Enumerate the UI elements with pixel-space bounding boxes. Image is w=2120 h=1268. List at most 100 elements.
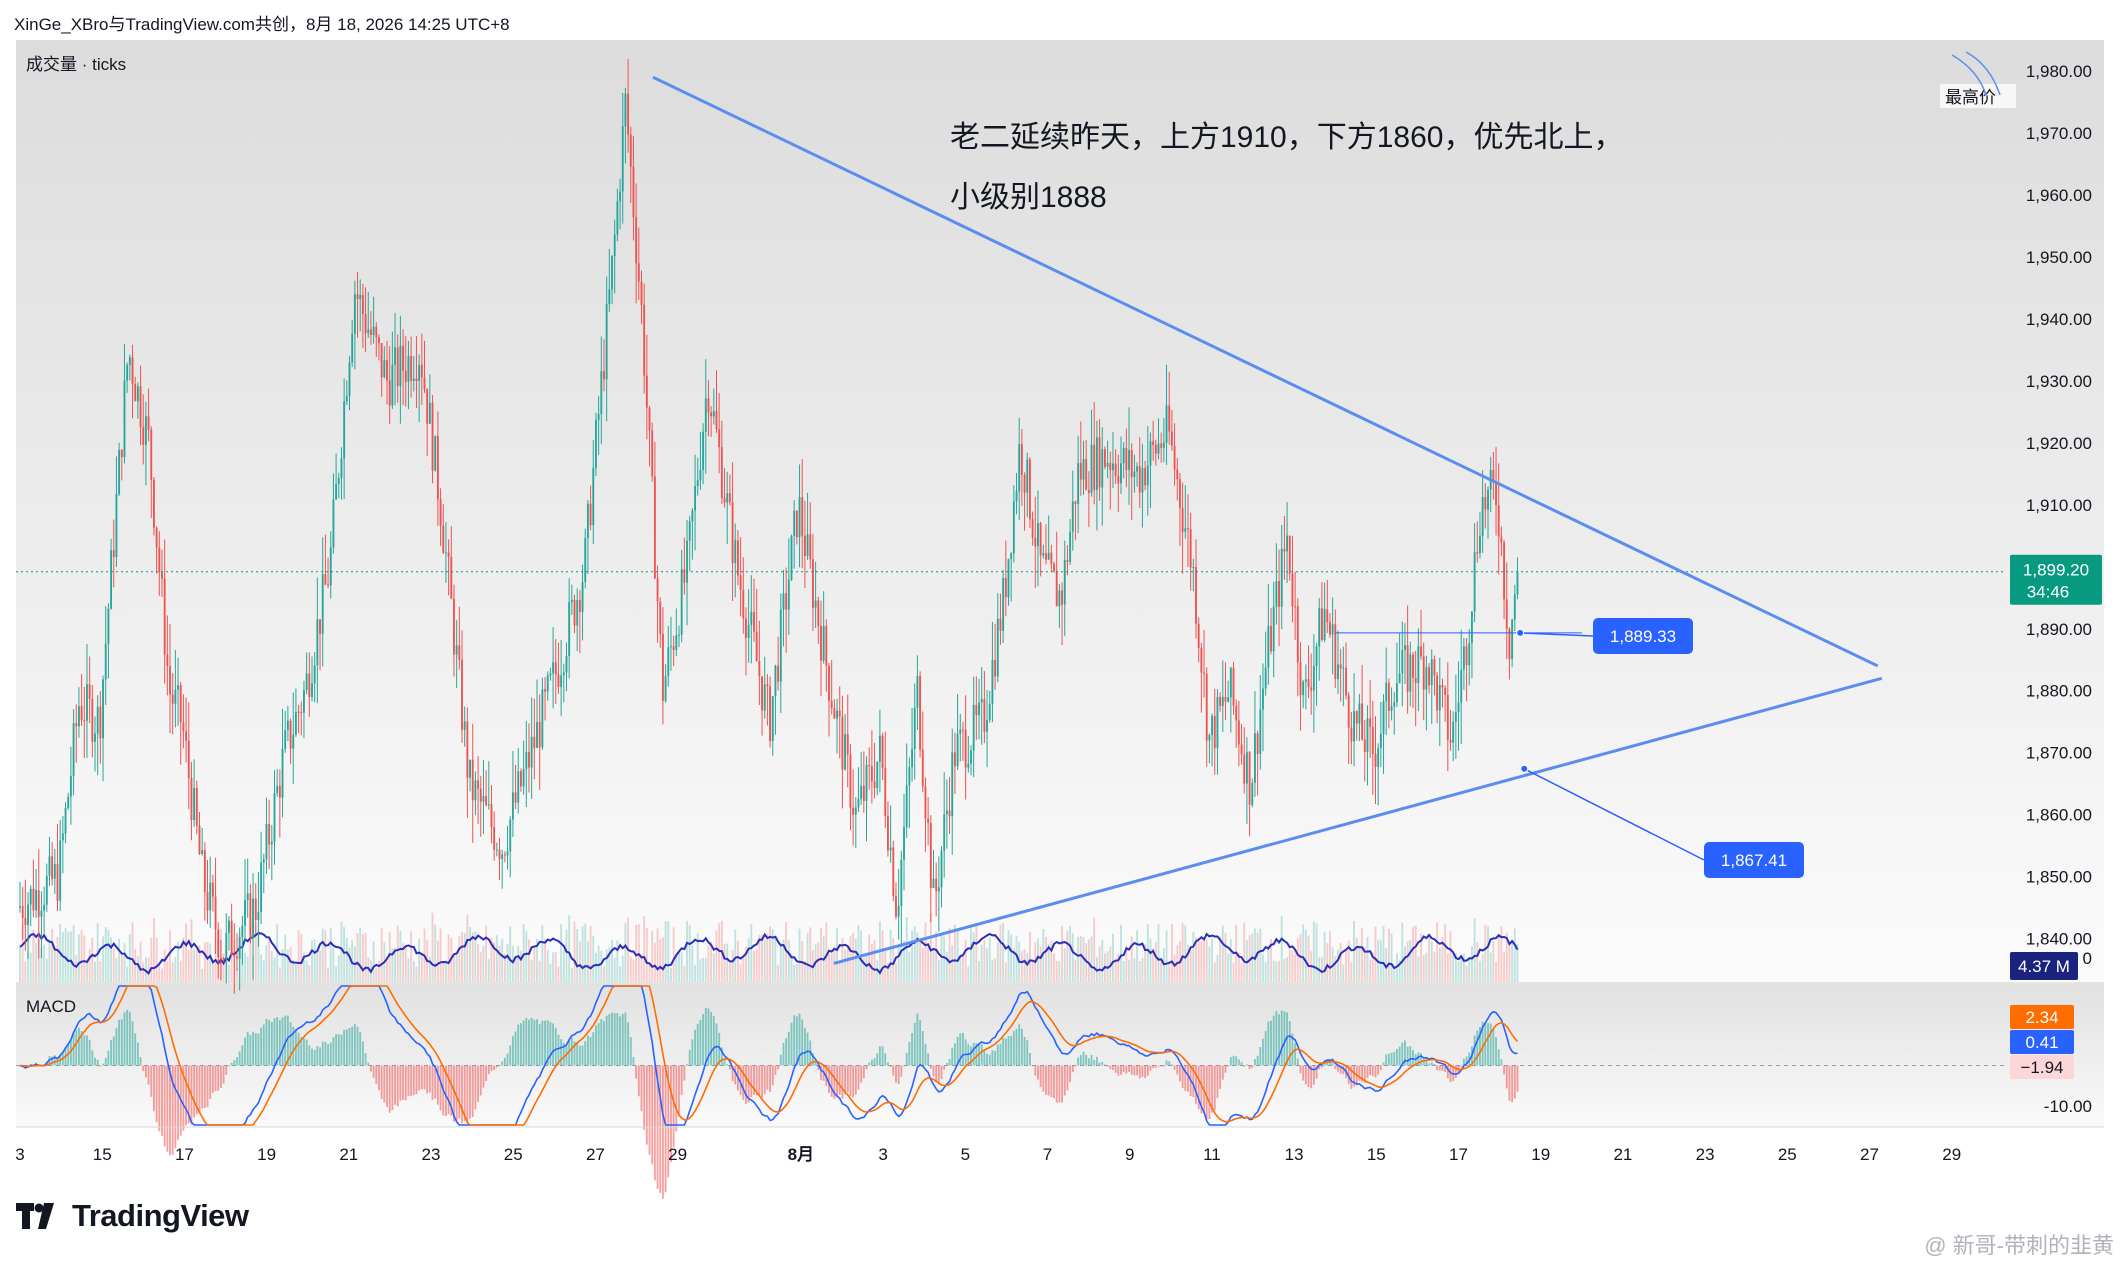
candle-body xyxy=(1302,681,1305,696)
macd-histogram-bar xyxy=(929,1065,932,1069)
price-tick-label: 1,970.00 xyxy=(2026,124,2092,143)
candle-body xyxy=(1251,782,1254,805)
candle-body xyxy=(431,402,434,471)
volume-bar xyxy=(868,934,871,982)
macd-histogram-bar xyxy=(1079,1055,1082,1066)
macd-histogram-bar xyxy=(795,1016,798,1066)
candle-body xyxy=(161,572,163,579)
macd-histogram-bar xyxy=(1176,1065,1179,1075)
candle-body xyxy=(1002,578,1005,631)
macd-histogram-bar xyxy=(664,1065,667,1193)
candle-body xyxy=(436,436,439,500)
candle-body xyxy=(1144,467,1147,486)
macd-histogram-bar xyxy=(153,1065,155,1112)
macd-histogram-bar xyxy=(1438,1065,1441,1071)
volume-bar xyxy=(651,931,654,982)
macd-histogram-bar xyxy=(1511,1065,1514,1103)
candle-body xyxy=(1513,594,1516,620)
macd-histogram-bar xyxy=(1125,1065,1128,1074)
macd-histogram-bar xyxy=(533,1019,536,1066)
candle-body xyxy=(1310,687,1313,691)
candle-body xyxy=(364,314,367,334)
volume-bar xyxy=(648,963,651,982)
macd-histogram-bar xyxy=(586,1035,589,1066)
candle-body xyxy=(308,673,311,698)
macd-histogram-bar xyxy=(303,1038,305,1066)
volume-bar xyxy=(718,923,721,982)
volume-bar xyxy=(1296,938,1299,982)
candle-body xyxy=(72,723,75,777)
marker-1867-anchor[interactable] xyxy=(1520,764,1529,773)
volume-bar xyxy=(932,949,935,982)
macd-histogram-bar xyxy=(589,1036,592,1066)
candle-body xyxy=(112,550,115,557)
candle-body xyxy=(1101,449,1104,488)
volume-bar xyxy=(865,954,868,982)
candle-body xyxy=(51,856,54,879)
macd-histogram-bar xyxy=(410,1065,413,1097)
macd-histogram-bar xyxy=(495,1065,498,1068)
macd-tick-label: -10.00 xyxy=(2044,1097,2092,1116)
macd-histogram-bar xyxy=(945,1062,948,1066)
volume-bar xyxy=(1130,936,1133,982)
volume-indicator-label[interactable]: 成交量 · ticks xyxy=(26,55,126,74)
candle-body xyxy=(578,599,581,612)
tradingview-wordmark: TradingView xyxy=(72,1198,249,1233)
volume-bar xyxy=(410,931,413,982)
macd-histogram-bar xyxy=(830,1065,833,1097)
candle-body xyxy=(1176,469,1179,480)
macd-histogram-bar xyxy=(128,1011,131,1066)
volume-bar xyxy=(1053,953,1055,982)
volume-bar xyxy=(1160,961,1163,982)
macd-histogram-bar xyxy=(648,1065,651,1155)
candle-body xyxy=(699,469,702,481)
candle-body xyxy=(1387,682,1390,711)
candle-body xyxy=(278,785,281,798)
candle-body xyxy=(1481,497,1484,536)
candle-body xyxy=(383,360,386,378)
candle-body xyxy=(905,785,908,828)
candle-body xyxy=(211,882,214,897)
volume-bar xyxy=(726,943,729,982)
candle-body xyxy=(43,904,46,911)
candle-body xyxy=(444,552,447,554)
macd-histogram-bar xyxy=(1128,1065,1130,1072)
volume-bar xyxy=(126,966,129,982)
candle-body xyxy=(897,906,900,917)
macd-histogram-bar xyxy=(1114,1065,1117,1073)
marker-1889-anchor[interactable] xyxy=(1516,628,1525,637)
macd-histogram-bar xyxy=(1243,1065,1246,1067)
macd-indicator-label[interactable]: MACD xyxy=(26,997,76,1016)
volume-bar xyxy=(924,922,927,982)
volume-bar xyxy=(986,948,988,982)
macd-histogram-bar xyxy=(265,1019,268,1066)
macd-histogram-bar xyxy=(249,1034,252,1066)
candle-body xyxy=(118,450,121,495)
volume-bar xyxy=(439,928,442,982)
volume-bar xyxy=(1369,960,1372,982)
candle-body xyxy=(1120,463,1122,484)
candle-body xyxy=(1050,552,1053,565)
candle-body xyxy=(238,937,241,959)
time-axis[interactable]: 3 15 17 19 21 23 25 27 29 8月 3 5 7 9 11 13 15 17 19 21 23 25 2… xyxy=(15,1126,2104,1164)
candle-body xyxy=(1379,733,1382,748)
macd-histogram-bar xyxy=(1436,1065,1439,1071)
tradingview-logo[interactable]: TradingView xyxy=(16,1198,249,1234)
macd-histogram-bar xyxy=(640,1065,643,1112)
volume-bar xyxy=(506,943,509,982)
candle-body xyxy=(1323,609,1326,640)
macd-histogram-bar xyxy=(112,1036,115,1066)
macd-histogram-bar xyxy=(91,1050,94,1066)
macd-histogram-bar xyxy=(584,1041,587,1066)
volume-bar xyxy=(787,940,790,982)
volume-bar xyxy=(150,937,153,982)
candle-body xyxy=(201,850,204,855)
candle-body xyxy=(608,289,611,305)
volume-bar xyxy=(951,945,954,982)
candle-body xyxy=(536,722,538,748)
volume-bar xyxy=(1098,946,1101,982)
volume-bar xyxy=(185,923,188,982)
macd-histogram-bar xyxy=(193,1065,196,1118)
candle-body xyxy=(710,412,713,417)
candle-body xyxy=(945,810,948,815)
